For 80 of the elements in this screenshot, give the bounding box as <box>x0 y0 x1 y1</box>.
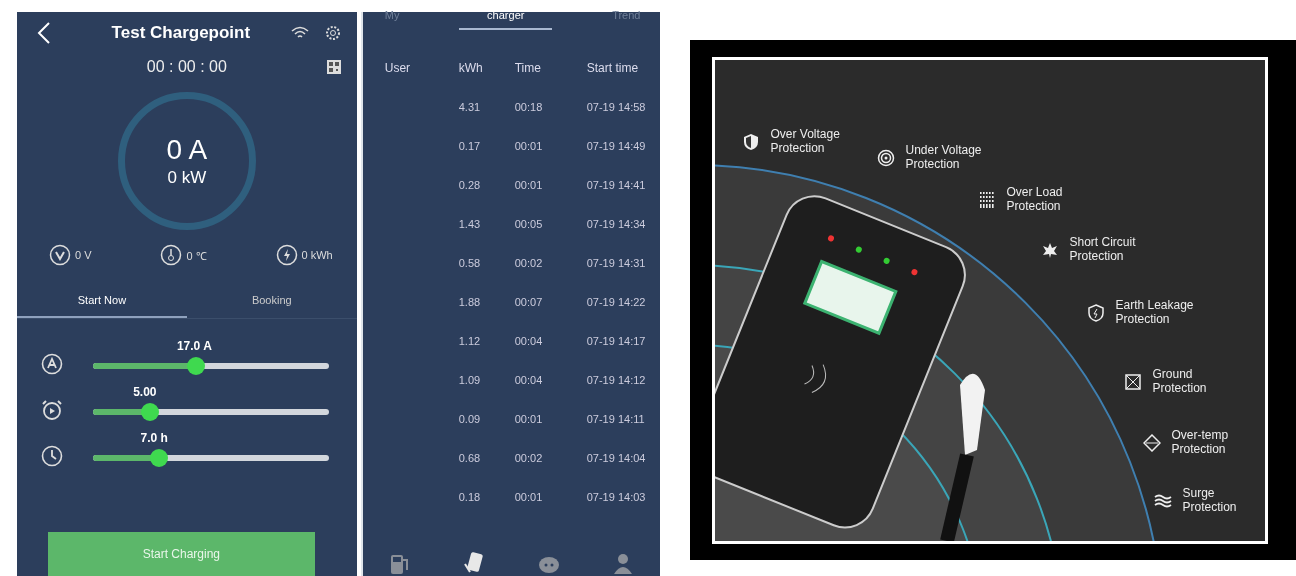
table-cell-text: 07-19 14:31 <box>586 256 647 269</box>
slider-thumb[interactable] <box>186 357 205 375</box>
table-cell-text: 07-19 14:11 <box>586 412 646 425</box>
table-cell-text: 0.28 <box>457 178 482 191</box>
table-cell-text: 0.58 <box>457 256 482 269</box>
table-cell-text: 00:01 <box>513 139 544 152</box>
table-cell-text: 00:01 <box>513 490 544 503</box>
protection-label: Earth Leakage Protection <box>1115 297 1194 326</box>
table-cell-text: 07-19 14:12 <box>586 373 647 386</box>
table-cell-text: 07-19 14:22 <box>586 295 647 308</box>
table-cell-text: 00:18 <box>513 100 544 113</box>
protection-label: Over Load Protection <box>1006 184 1063 213</box>
table-cell-text: 07-19 14:58 <box>586 100 647 113</box>
ampere-icon <box>41 353 63 375</box>
table-cell-text: 07-19 14:03 <box>586 490 647 503</box>
protection-label: Over Voltage Protection <box>770 126 840 155</box>
protection-label: Over-temp Protection <box>1171 427 1229 456</box>
lightning-icon <box>275 244 298 266</box>
voltage-icon <box>49 244 71 266</box>
stat-reading: 0 ℃ <box>186 248 207 263</box>
table-cell-text: 1.09 <box>457 373 482 386</box>
current-reading: 0 A <box>166 134 208 166</box>
table-cell-text: 0.18 <box>457 490 482 503</box>
column-header: kWh <box>457 60 484 75</box>
slider-value: 17.0 A <box>176 339 212 353</box>
screen-title: Test Chargepoint <box>110 23 252 43</box>
qr-code-icon[interactable] <box>326 60 341 74</box>
stat-reading: 0 V <box>75 249 92 261</box>
table-cell-text: 07-19 14:17 <box>586 334 647 347</box>
table-cell-text: 0.09 <box>457 412 482 425</box>
slider-value: 7.0 h <box>140 431 168 445</box>
shield-icon <box>742 132 761 151</box>
table-cell-text: 07-19 14:41 <box>586 178 647 191</box>
protection-label: Short Circuit Protection <box>1069 234 1136 263</box>
table-cell-text: 00:02 <box>513 256 544 269</box>
table-cell-text: 00:04 <box>513 334 544 347</box>
table-cell-text: 0.68 <box>457 451 482 464</box>
slider[interactable] <box>93 403 329 421</box>
protection-label: Ground Protection <box>1152 366 1207 395</box>
slider-thumb[interactable] <box>149 449 168 467</box>
column-header: Time <box>513 60 542 75</box>
diamond-icon <box>1143 433 1162 452</box>
table-cell-text: 00:01 <box>513 412 544 425</box>
dot-grid-icon <box>978 190 997 209</box>
table-cell-text: 00:04 <box>513 373 544 386</box>
shield-bolt-icon <box>1087 303 1106 322</box>
table-cell-text: 00:01 <box>513 178 544 191</box>
table-cell-text: 00:02 <box>513 451 544 464</box>
table-cell-text: 1.43 <box>457 217 482 230</box>
column-header: User <box>384 60 412 75</box>
table-cell-text: 07-19 14:49 <box>586 139 647 152</box>
slider-value: 5.00 <box>133 385 157 399</box>
table-cell-text: 07-19 14:04 <box>586 451 647 464</box>
table-cell-text: 0.17 <box>457 139 482 152</box>
column-header: Start time <box>586 60 640 75</box>
table-cell-text: 07-19 14:34 <box>586 217 647 230</box>
back-icon[interactable] <box>37 22 51 44</box>
alarm-clock-icon <box>41 399 63 421</box>
table-cell-text: 1.12 <box>457 334 482 347</box>
table-cell-text: 00:05 <box>513 217 544 230</box>
mode-tab[interactable]: Start Now <box>17 284 187 318</box>
slider[interactable] <box>93 449 329 467</box>
protection-label: Surge Protection <box>1182 485 1237 514</box>
history-tab[interactable]: charger <box>459 10 553 30</box>
concentric-rings-icon <box>877 148 896 167</box>
table-cell-text: 4.31 <box>457 100 482 113</box>
power-reading: 0 kW <box>167 168 207 188</box>
crossed-square-icon <box>1124 372 1143 391</box>
clock-icon <box>41 445 63 467</box>
settings-icon[interactable] <box>324 25 341 41</box>
mode-tab[interactable]: Booking <box>186 284 357 318</box>
protection-label: Under Voltage Protection <box>905 142 982 171</box>
slider[interactable] <box>93 357 329 375</box>
table-cell-text: 1.88 <box>457 295 482 308</box>
thermometer-icon <box>160 244 183 266</box>
table-cell-text: 00:07 <box>513 295 544 308</box>
slider-thumb[interactable] <box>140 403 159 421</box>
wifi-icon[interactable] <box>290 26 309 40</box>
stat-reading: 0 kWh <box>301 249 333 261</box>
charge-timer: 00 : 00 : 00 <box>146 58 227 76</box>
